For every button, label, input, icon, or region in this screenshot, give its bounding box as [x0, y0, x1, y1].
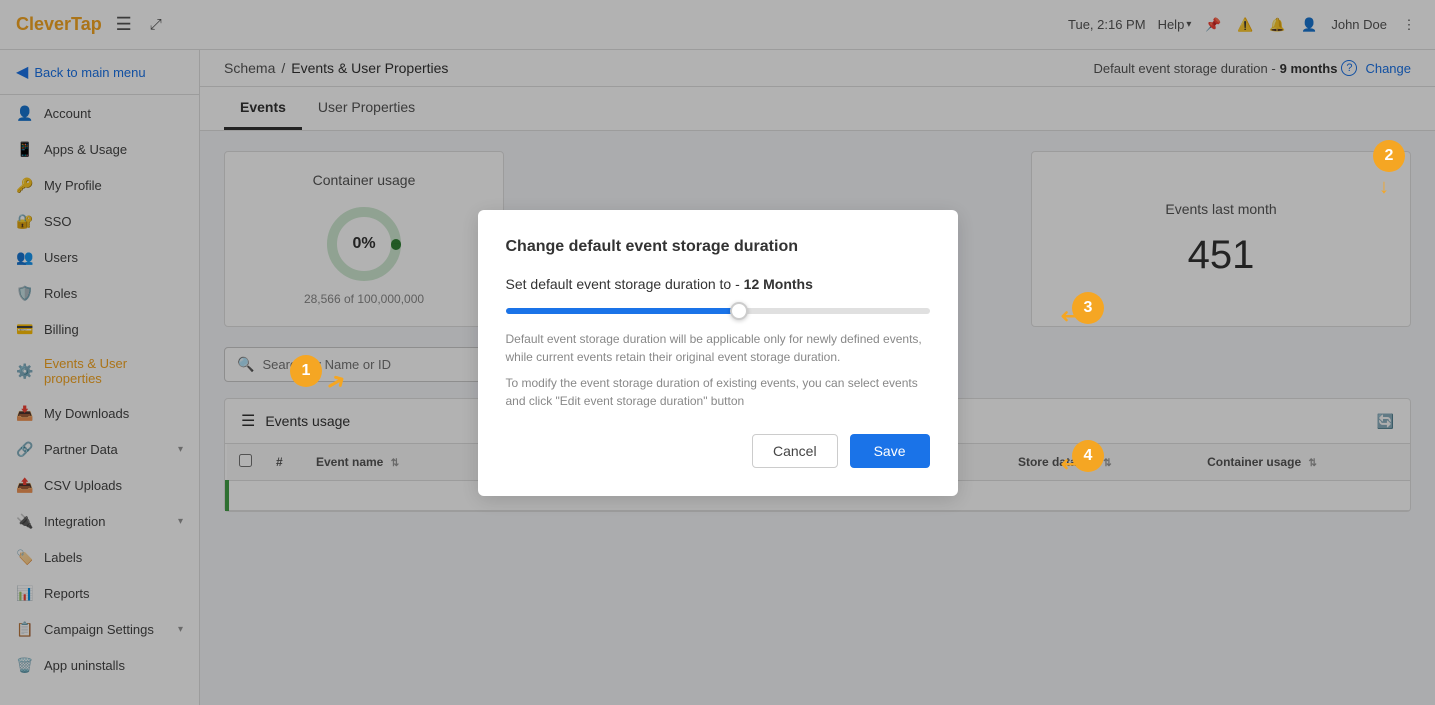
cancel-button[interactable]: Cancel — [752, 434, 838, 468]
modal-label: Set default event storage duration to - … — [506, 276, 930, 292]
annotation-3: 3 — [1072, 292, 1104, 324]
slider-fill — [506, 308, 739, 314]
arrow-annotation-3: ➜ — [1060, 304, 1077, 329]
modal-label-value: 12 Months — [744, 276, 813, 292]
arrow-annotation-1: ➜ — [320, 365, 352, 400]
modal-note-2: To modify the event storage duration of … — [506, 374, 930, 410]
annotation-4: 4 — [1072, 440, 1104, 472]
modal-overlay: 1 ➜ 2 ↓ 3 ➜ 4 ➜ Change default event sto… — [0, 0, 1435, 705]
annotation-1: 1 — [290, 355, 322, 387]
arrow-annotation-2: ↓ — [1379, 176, 1389, 199]
slider-track — [506, 308, 930, 314]
modal-title: Change default event storage duration — [506, 238, 930, 256]
slider-container[interactable] — [506, 308, 930, 314]
arrow-annotation-4: ➜ — [1060, 452, 1077, 477]
step-badge-2: 2 — [1373, 140, 1405, 172]
step-badge-4: 4 — [1072, 440, 1104, 472]
step-badge-3: 3 — [1072, 292, 1104, 324]
annotation-2: 2 — [1373, 140, 1405, 172]
save-button[interactable]: Save — [850, 434, 930, 468]
slider-thumb[interactable] — [730, 302, 748, 320]
change-storage-modal: Change default event storage duration Se… — [478, 210, 958, 496]
modal-note-1: Default event storage duration will be a… — [506, 330, 930, 366]
step-badge-1: 1 — [290, 355, 322, 387]
modal-actions: Cancel Save — [506, 434, 930, 468]
